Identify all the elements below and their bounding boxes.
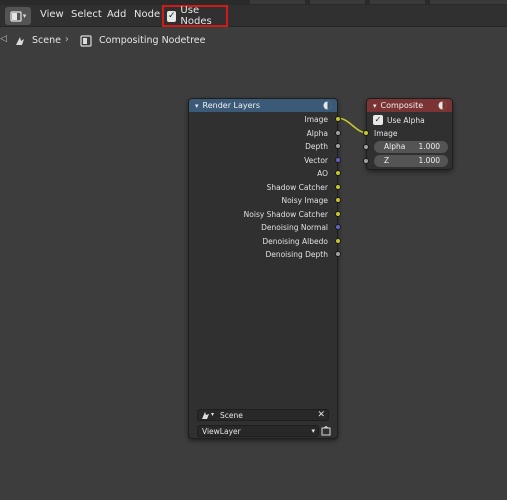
input-image-label: Image	[374, 129, 398, 138]
z-field[interactable]: Z 1.000	[374, 155, 448, 167]
chevron-down-icon: ▾	[22, 12, 27, 20]
scene-selector[interactable]: ▾ Scene ✕	[197, 409, 329, 421]
output-label: Shadow Catcher	[266, 182, 328, 192]
view-layer-selector[interactable]: ViewLayer ▾	[197, 425, 319, 437]
output-socket[interactable]	[335, 237, 341, 244]
output-socket[interactable]	[335, 116, 341, 122]
use-nodes-label: Use Nodes	[180, 5, 212, 27]
output-label: Depth	[305, 142, 328, 151]
output-label: Denoising Albedo	[262, 236, 328, 246]
compositor-icon	[10, 10, 22, 22]
output-label: Noisy Shadow Catcher	[243, 209, 328, 219]
render-layers-header[interactable]: ▾ Render Layers	[189, 99, 337, 112]
checkbox-checked-icon[interactable]: ✓	[373, 115, 383, 125]
z-value: 1.000	[418, 156, 440, 165]
breadcrumb-nodetree: Compositing Nodetree	[99, 35, 206, 46]
node-editor-header: ▾ View Select Add Node ✓ Use Nodes	[0, 5, 507, 27]
render-layers-node[interactable]: ▾ Render Layers Image Alpha Depth Vector AO S…	[188, 98, 341, 439]
output-socket[interactable]	[335, 143, 341, 149]
output-socket[interactable]	[335, 251, 341, 257]
chevron-down-icon[interactable]: ▾	[373, 102, 377, 110]
chevron-down-icon: ▾	[211, 411, 215, 418]
z-label: Z	[384, 156, 390, 165]
menu-add[interactable]: Add	[107, 9, 126, 20]
nodetree-icon	[80, 35, 92, 47]
menu-node[interactable]: Node	[134, 9, 160, 20]
output-socket[interactable]	[335, 224, 341, 230]
chevron-left-icon: ◁	[0, 34, 7, 44]
chevron-down-icon: ▾	[311, 427, 315, 435]
menu-view[interactable]: View	[40, 9, 64, 20]
chevron-right-icon: ›	[65, 34, 69, 45]
alpha-field[interactable]: Alpha 1.000	[374, 141, 448, 153]
output-socket[interactable]	[335, 170, 341, 176]
render-layers-title: Render Layers	[202, 101, 261, 110]
output-label: Denoising Depth	[265, 250, 328, 259]
chevron-down-icon[interactable]: ▾	[195, 102, 199, 110]
composite-title: Composite	[380, 101, 424, 110]
render-layer-icon[interactable]	[321, 426, 331, 436]
output-socket[interactable]	[335, 197, 341, 203]
output-label: Image	[304, 115, 329, 124]
output-label: AO	[317, 169, 328, 178]
view-layer-value: ViewLayer	[202, 427, 241, 436]
output-label: Vector	[304, 155, 328, 165]
output-socket[interactable]	[335, 210, 341, 217]
input-socket-image[interactable]	[363, 130, 369, 136]
scene-icon	[16, 37, 24, 45]
render-icon[interactable]	[323, 101, 332, 110]
output-label: Noisy Image	[281, 196, 328, 205]
alpha-value: 1.000	[418, 142, 440, 151]
editor-type-dropdown[interactable]: ▾	[5, 7, 31, 25]
render-icon[interactable]	[438, 101, 447, 110]
use-alpha-label: Use Alpha	[387, 115, 425, 125]
output-socket[interactable]	[335, 183, 341, 190]
input-socket-alpha[interactable]	[363, 144, 369, 150]
output-socket[interactable]	[335, 156, 341, 163]
output-label: Denoising Normal	[261, 223, 328, 232]
alpha-label: Alpha	[384, 142, 406, 151]
input-socket-z[interactable]	[363, 158, 369, 164]
composite-header[interactable]: ▾ Composite	[367, 99, 452, 112]
output-socket[interactable]	[335, 129, 341, 136]
menu-select[interactable]: Select	[71, 9, 102, 20]
breadcrumb: ◁ Scene › Compositing Nodetree	[0, 34, 300, 50]
close-icon[interactable]: ✕	[317, 410, 325, 420]
scene-field-value: Scene	[220, 411, 243, 420]
use-nodes-toggle[interactable]: ✓ Use Nodes	[162, 5, 228, 27]
output-label: Alpha	[306, 128, 328, 138]
composite-node[interactable]: ▾ Composite ✓ Use Alpha Image Alpha 1.00…	[363, 98, 453, 170]
breadcrumb-scene: Scene	[32, 35, 61, 46]
checkbox-checked-icon[interactable]: ✓	[167, 10, 177, 22]
use-alpha-toggle[interactable]: ✓ Use Alpha	[373, 115, 425, 125]
scene-icon	[202, 412, 209, 419]
